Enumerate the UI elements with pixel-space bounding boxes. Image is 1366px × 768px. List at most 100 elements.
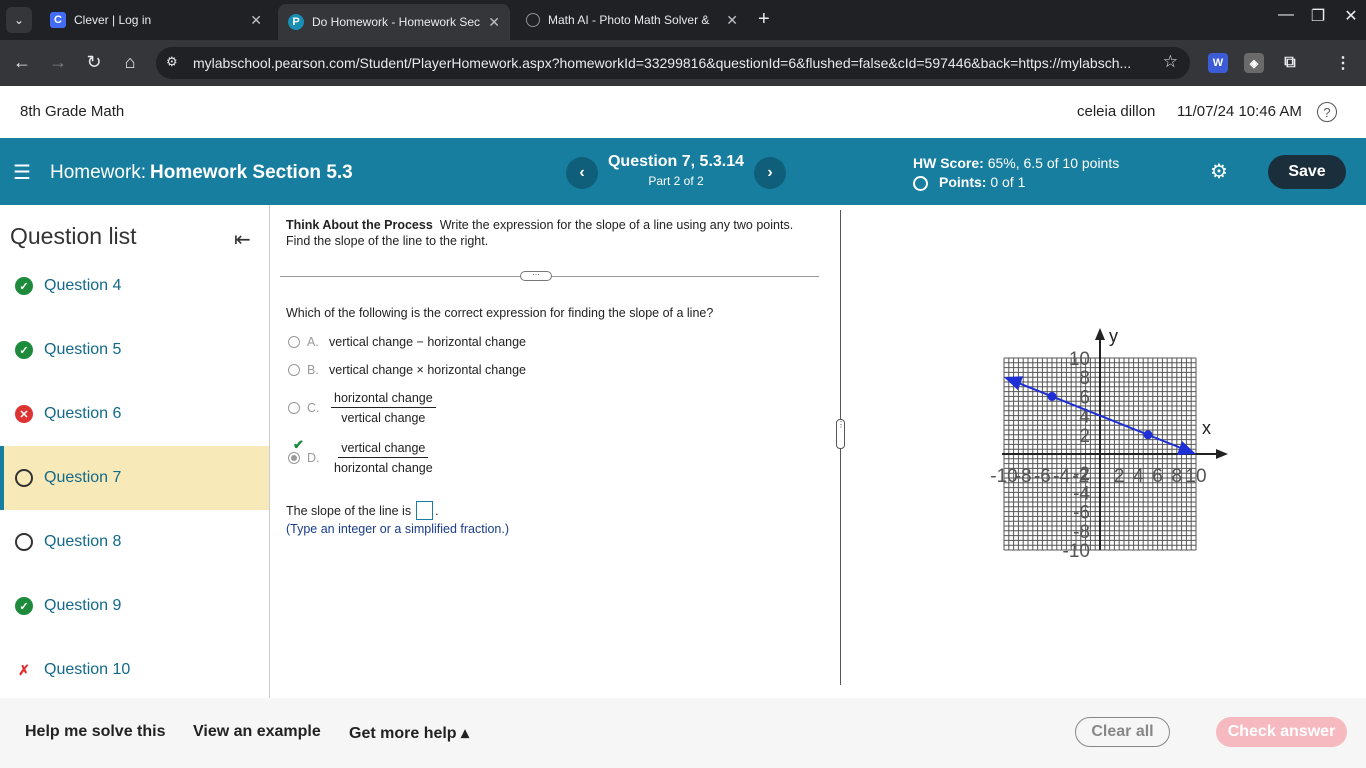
tab-search-button[interactable]: ⌄ — [6, 7, 32, 33]
extensions-puzzle-icon[interactable]: ⧉ — [1280, 53, 1300, 73]
y-tick-label: 2 — [1079, 426, 1090, 447]
plotted-point — [1047, 391, 1057, 401]
address-bar[interactable]: ⚙ mylabschool.pearson.com/Student/Player… — [156, 47, 1190, 79]
choice-letter: C. — [307, 401, 320, 415]
homework-title: Homework Section 5.3 — [150, 162, 353, 183]
choice-letter: A. — [307, 335, 319, 349]
clever-favicon-icon: C — [50, 12, 66, 28]
y-tick-label: 8 — [1079, 368, 1090, 389]
browser-tab-clever[interactable]: C Clever | Log in ✕ — [40, 4, 272, 36]
homework-bar: ☰ Homework: Homework Section 5.3 ‹ Quest… — [0, 138, 1366, 205]
close-tab-icon[interactable]: ✕ — [250, 12, 262, 29]
question-item[interactable]: ✓ Question 9 — [0, 574, 269, 638]
prompt-heading: Think About the Process — [286, 218, 433, 232]
points: Points: 0 of 1 — [939, 174, 1025, 190]
check-circle-icon: ✓ — [15, 277, 33, 295]
radio-button[interactable] — [288, 402, 300, 414]
close-tab-icon[interactable]: ✕ — [488, 14, 500, 31]
question-label: Question 5 — [44, 341, 122, 358]
x-tick-label: 2 — [1114, 466, 1125, 487]
url-text[interactable]: mylabschool.pearson.com/Student/PlayerHo… — [193, 55, 1153, 71]
new-tab-button[interactable]: + — [758, 8, 770, 31]
radio-button[interactable] — [288, 336, 300, 348]
extension-icon[interactable]: ◈ — [1244, 53, 1264, 73]
settings-gear-icon[interactable]: ⚙ — [1210, 159, 1228, 184]
clear-all-button[interactable]: Clear all — [1075, 717, 1170, 747]
question-item[interactable]: ✗ Question 10 — [0, 638, 269, 698]
radio-button-selected[interactable] — [288, 452, 300, 464]
resize-handle[interactable]: ··· — [520, 271, 552, 281]
choice-a[interactable]: A. vertical change − horizontal change — [288, 335, 526, 349]
choice-c[interactable]: C. horizontal change vertical change — [288, 391, 436, 425]
forward-arrow-icon[interactable]: → — [45, 52, 71, 73]
back-arrow-icon[interactable]: ← — [9, 52, 35, 73]
reload-icon[interactable]: ↻ — [81, 52, 107, 73]
choice-d[interactable]: D. vertical change horizontal change — [288, 441, 436, 475]
bottom-toolbar: Help me solve this View an example Get m… — [0, 698, 1366, 768]
hw-score: HW Score: 65%, 6.5 of 10 points — [913, 155, 1119, 171]
view-example-button[interactable]: View an example — [193, 723, 321, 741]
x-tick-label: -6 — [1034, 466, 1051, 487]
globe-icon — [526, 13, 540, 27]
browser-menu-icon[interactable]: ⋮ — [1333, 53, 1353, 73]
x-tick-label: 10 — [1185, 466, 1206, 487]
question-item[interactable]: Question 8 — [0, 510, 269, 574]
y-tick-label: -6 — [1073, 503, 1090, 524]
tab-title: Clever | Log in — [74, 13, 152, 27]
check-answer-button[interactable]: Check answer — [1216, 717, 1347, 747]
x-tick-label: -4 — [1053, 466, 1070, 487]
correct-checkmark-icon: ✔ — [293, 437, 304, 452]
menu-icon[interactable]: ☰ — [13, 160, 31, 185]
choice-letter: D. — [307, 451, 320, 465]
choice-letter: B. — [307, 363, 319, 377]
x-axis-arrow — [1216, 449, 1228, 459]
choice-b[interactable]: B. vertical change × horizontal change — [288, 363, 526, 377]
extension-icon[interactable]: W — [1208, 53, 1228, 73]
save-button[interactable]: Save — [1268, 155, 1346, 189]
question-label: Question 10 — [44, 661, 131, 678]
y-tick-label: -4 — [1073, 483, 1090, 504]
points-label: Points: — [939, 174, 987, 190]
collapse-panel-icon[interactable]: ⇤ — [234, 227, 251, 252]
points-value: 0 of 1 — [990, 174, 1026, 190]
question-pane: Think About the Process Write the expres… — [271, 205, 841, 698]
restore-icon[interactable]: ❐ — [1303, 6, 1333, 26]
bookmark-star-icon[interactable]: ☆ — [1163, 52, 1178, 72]
previous-question-button[interactable]: ‹ — [566, 157, 598, 189]
close-tab-icon[interactable]: ✕ — [726, 12, 738, 29]
tab-title: Do Homework - Homework Sec — [312, 15, 481, 29]
choice-text: vertical change × horizontal change — [329, 363, 527, 377]
minimize-icon[interactable]: — — [1271, 6, 1301, 24]
radio-button[interactable] — [288, 364, 300, 376]
fraction-numerator: vertical change — [338, 441, 429, 458]
get-more-help-button[interactable]: Get more help ▴ — [349, 723, 469, 743]
x-tick-label: 6 — [1152, 466, 1163, 487]
question-label: Question 7 — [44, 469, 122, 486]
slope-text: The slope of the line is — [286, 503, 412, 518]
site-settings-icon[interactable]: ⚙ — [166, 54, 178, 70]
close-window-icon[interactable]: ✕ — [1336, 6, 1366, 26]
question-label: Question 9 — [44, 597, 122, 614]
fraction-denominator: vertical change — [341, 411, 426, 425]
question-item[interactable]: ✓ Question 5 — [0, 318, 269, 382]
slope-answer-input[interactable] — [416, 501, 434, 520]
y-tick-label: -10 — [1063, 541, 1090, 562]
help-me-solve-button[interactable]: Help me solve this — [25, 723, 166, 741]
choice-text: vertical change − horizontal change — [329, 335, 527, 349]
question-item[interactable]: ✕ Question 6 — [0, 382, 269, 446]
x-tick-label: -8 — [1015, 466, 1032, 487]
tab-title: Math AI - Photo Math Solver & — [548, 13, 710, 27]
check-circle-icon: ✓ — [15, 597, 33, 615]
browser-tab-homework[interactable]: P Do Homework - Homework Sec ✕ — [278, 4, 510, 40]
question-item[interactable]: ✓ Question 4 — [0, 254, 269, 318]
hw-score-value: 65%, 6.5 of 10 points — [987, 155, 1120, 171]
next-question-button[interactable]: › — [754, 157, 786, 189]
y-tick-label: -2 — [1073, 464, 1090, 485]
user-name: celeia dillon — [1077, 103, 1156, 120]
browser-tab-mathai[interactable]: Math AI - Photo Math Solver & ✕ — [516, 4, 748, 36]
help-icon[interactable]: ? — [1317, 102, 1337, 122]
question-part: Part 2 of 2 — [648, 174, 704, 188]
home-icon[interactable]: ⌂ — [117, 52, 143, 73]
question-text: Which of the following is the correct ex… — [286, 306, 714, 320]
question-item-current[interactable]: Question 7 — [0, 446, 269, 510]
